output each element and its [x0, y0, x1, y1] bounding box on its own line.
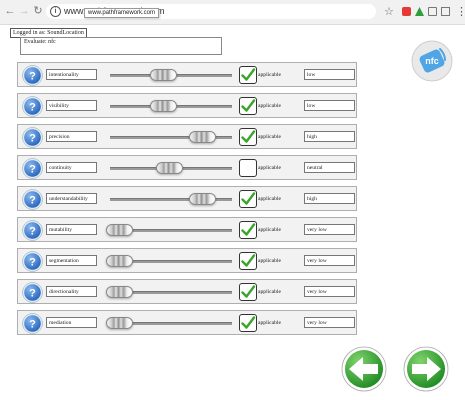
applicable-checkbox[interactable]: [239, 221, 257, 239]
svg-text:?: ?: [29, 225, 36, 237]
slider-handle[interactable]: [106, 255, 133, 267]
criterion-value: neutral: [304, 162, 355, 173]
criterion-label: continuity: [46, 162, 97, 173]
criterion-row: ? understandability applicable high: [17, 186, 357, 211]
applicable-checkbox[interactable]: [239, 159, 257, 177]
info-icon[interactable]: i: [50, 6, 61, 17]
checkmark-icon: [241, 130, 256, 143]
applicable-label: applicable: [258, 196, 281, 202]
checkmark-icon: [241, 254, 256, 267]
criterion-row: ? mediation applicable very low: [17, 310, 357, 335]
svg-text:?: ?: [29, 70, 36, 82]
slider-handle[interactable]: [156, 162, 183, 174]
criterion-label: segmentation: [46, 255, 97, 266]
checkmark-icon: [241, 68, 256, 81]
slider-handle[interactable]: [150, 69, 177, 81]
applicable-checkbox[interactable]: [239, 97, 257, 115]
extension-green-icon[interactable]: [415, 7, 424, 16]
svg-text:?: ?: [29, 194, 36, 206]
criterion-row: ? mutability applicable very low: [17, 217, 357, 242]
criterion-value: very low: [304, 224, 355, 235]
help-question-icon[interactable]: ?: [22, 96, 43, 117]
help-question-icon[interactable]: ?: [22, 282, 43, 303]
evaluate-field: Evaluate: nfc: [20, 37, 222, 55]
applicable-checkbox[interactable]: [239, 66, 257, 84]
help-question-icon[interactable]: ?: [22, 189, 43, 210]
applicable-label: applicable: [258, 72, 281, 78]
checkmark-icon: [241, 192, 256, 205]
applicable-label: applicable: [258, 165, 281, 171]
svg-text:?: ?: [29, 132, 36, 144]
reload-icon[interactable]: ↻: [32, 5, 44, 17]
help-question-icon[interactable]: ?: [22, 127, 43, 148]
extension-doc-icon[interactable]: [428, 7, 437, 16]
criterion-label: understandability: [46, 193, 97, 204]
forward-nav-icon[interactable]: →: [18, 5, 30, 17]
applicable-label: applicable: [258, 103, 281, 109]
help-question-icon[interactable]: ?: [22, 251, 43, 272]
checkmark-icon: [241, 223, 256, 236]
criterion-row: ? directionality applicable very low: [17, 279, 357, 304]
criterion-label: visibility: [46, 100, 97, 111]
criterion-value: very low: [304, 255, 355, 266]
svg-text:?: ?: [29, 256, 36, 268]
applicable-label: applicable: [258, 320, 281, 326]
bookmark-star-icon[interactable]: ☆: [384, 5, 394, 18]
criterion-row: ? visibility applicable low: [17, 93, 357, 118]
criterion-value: very low: [304, 286, 355, 297]
applicable-checkbox[interactable]: [239, 190, 257, 208]
applicable-checkbox[interactable]: [239, 314, 257, 332]
criterion-value: high: [304, 193, 355, 204]
criterion-value: low: [304, 69, 355, 80]
checkmark-icon: [241, 316, 256, 329]
nfc-logo-icon: nfc: [411, 40, 453, 82]
extension-red-icon[interactable]: [402, 7, 411, 16]
applicable-label: applicable: [258, 289, 281, 295]
criterion-label: directionality: [46, 286, 97, 297]
slider-handle[interactable]: [106, 317, 133, 329]
applicable-label: applicable: [258, 258, 281, 264]
help-question-icon[interactable]: ?: [22, 65, 43, 86]
forward-arrow-icon[interactable]: [403, 346, 449, 392]
criterion-value: high: [304, 131, 355, 142]
svg-text:?: ?: [29, 287, 36, 299]
slider-handle[interactable]: [106, 286, 133, 298]
slider-handle[interactable]: [189, 193, 216, 205]
applicable-checkbox[interactable]: [239, 252, 257, 270]
checkmark-icon: [241, 285, 256, 298]
criterion-row: ? precision applicable high: [17, 124, 357, 149]
criterion-value: very low: [304, 317, 355, 328]
back-arrow-icon[interactable]: [341, 346, 387, 392]
criterion-row: ? continuity applicable neutral: [17, 155, 357, 180]
svg-text:?: ?: [29, 318, 36, 330]
browser-toolbar: ← → ↻ i www.pathframework.com www.pathfr…: [0, 0, 465, 25]
criterion-label: precision: [46, 131, 97, 142]
menu-dots-icon[interactable]: ⋮: [456, 5, 465, 18]
applicable-label: applicable: [258, 227, 281, 233]
slider-handle[interactable]: [150, 100, 177, 112]
criterion-label: mediation: [46, 317, 97, 328]
help-question-icon[interactable]: ?: [22, 313, 43, 334]
criterion-value: low: [304, 100, 355, 111]
checkmark-icon: [241, 99, 256, 112]
nfc-logo-text: nfc: [425, 56, 439, 66]
applicable-checkbox[interactable]: [239, 128, 257, 146]
slider-handle[interactable]: [106, 224, 133, 236]
url-tooltip: www.pathframework.com: [84, 8, 160, 18]
extension-window-icon[interactable]: [441, 7, 450, 16]
help-question-icon[interactable]: ?: [22, 220, 43, 241]
svg-text:?: ?: [29, 163, 36, 175]
slider-handle[interactable]: [189, 131, 216, 143]
back-nav-icon[interactable]: ←: [4, 5, 16, 17]
criterion-row: ? intentionality applicable low: [17, 62, 357, 87]
applicable-label: applicable: [258, 134, 281, 140]
applicable-checkbox[interactable]: [239, 283, 257, 301]
criterion-row: ? segmentation applicable very low: [17, 248, 357, 273]
svg-text:?: ?: [29, 101, 36, 113]
help-question-icon[interactable]: ?: [22, 158, 43, 179]
criterion-label: mutability: [46, 224, 97, 235]
criterion-label: intentionality: [46, 69, 97, 80]
